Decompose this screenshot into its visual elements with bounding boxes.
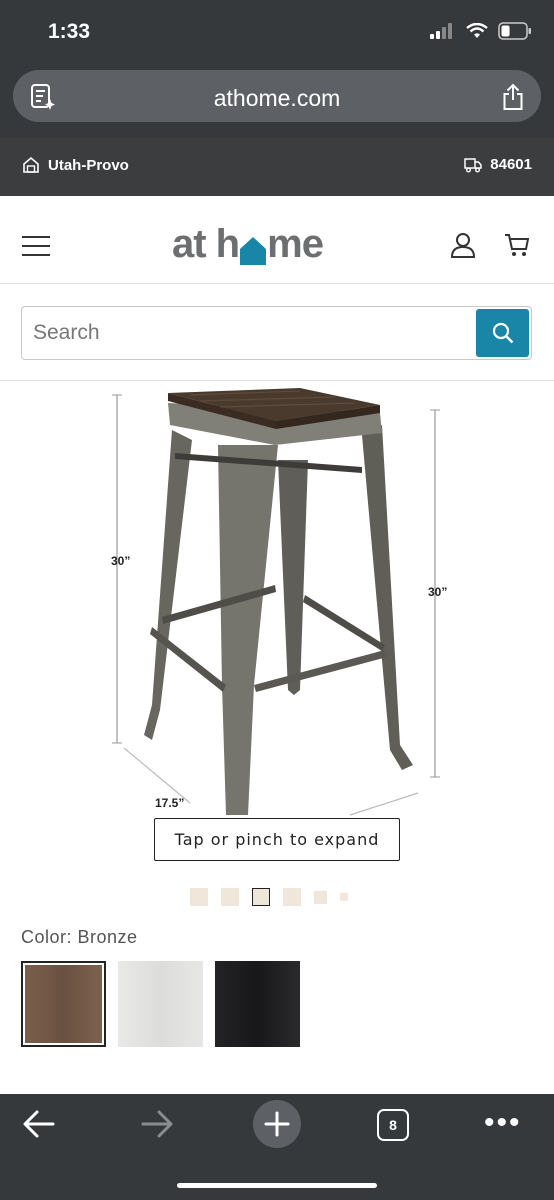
site-header: at h me — [0, 196, 554, 284]
carousel-thumb[interactable] — [314, 890, 327, 904]
carousel-thumb[interactable] — [283, 888, 301, 906]
logo-text-right: me — [267, 222, 324, 266]
cart-icon[interactable] — [504, 232, 530, 258]
url-field[interactable]: athome.com — [13, 70, 541, 122]
height-dimension-right: 30” — [428, 585, 448, 599]
wifi-icon — [466, 23, 488, 38]
search-input[interactable] — [21, 306, 532, 360]
height-dimension-left: 30” — [111, 554, 131, 568]
store-selector[interactable]: Utah-Provo — [22, 156, 129, 174]
tap-to-expand-button[interactable]: Tap or pinch to expand — [154, 818, 400, 861]
status-bar: 1:33 — [0, 0, 554, 66]
depth-dimension: 17.5” — [155, 796, 185, 810]
store-icon — [23, 156, 39, 173]
back-arrow-icon[interactable] — [22, 1108, 56, 1140]
color-swatch-black[interactable] — [215, 961, 300, 1047]
house-logo-icon — [240, 237, 267, 265]
color-swatch-white[interactable] — [118, 961, 203, 1047]
signal-icon — [430, 23, 452, 39]
swatch-fill — [25, 965, 102, 1043]
bar-stool-image — [112, 388, 440, 816]
account-icon[interactable] — [450, 232, 476, 258]
carousel-thumb[interactable] — [190, 888, 208, 906]
status-icons — [430, 22, 532, 40]
image-carousel-dots — [190, 888, 361, 906]
swatch-fill — [118, 961, 203, 1047]
truck-icon — [464, 157, 483, 172]
zip-code: 84601 — [490, 156, 532, 173]
color-swatch-bronze[interactable] — [21, 961, 106, 1047]
browser-url-bar: athome.com — [0, 66, 554, 138]
search-button[interactable] — [476, 309, 529, 357]
store-name: Utah-Provo — [48, 156, 129, 174]
carousel-thumb[interactable] — [221, 888, 239, 906]
more-options-icon[interactable]: ••• — [484, 1108, 522, 1138]
color-swatches — [21, 961, 300, 1047]
menu-icon[interactable] — [22, 236, 50, 256]
new-tab-button[interactable] — [253, 1100, 301, 1148]
url-text: athome.com — [213, 85, 341, 111]
forward-arrow-icon[interactable] — [140, 1108, 174, 1140]
battery-icon — [498, 22, 531, 40]
location-bar: Utah-Provo 84601 — [0, 138, 554, 196]
tab-switcher-button[interactable]: 8 — [377, 1109, 409, 1141]
delivery-zip[interactable]: 84601 — [464, 156, 532, 173]
carousel-thumb[interactable] — [252, 888, 270, 906]
search-section — [0, 285, 554, 381]
color-label: Color: Bronze — [21, 927, 138, 947]
plus-icon — [264, 1111, 290, 1137]
logo-text-left: at h — [172, 222, 240, 266]
product-image[interactable]: 30” 30” 17.5” — [100, 385, 460, 825]
search-icon — [492, 322, 513, 344]
share-icon[interactable] — [501, 83, 525, 111]
carousel-thumb[interactable] — [340, 893, 348, 901]
swatch-fill — [215, 961, 300, 1047]
home-indicator — [177, 1183, 377, 1188]
status-time: 1:33 — [48, 20, 91, 43]
at-home-logo[interactable]: at h me — [172, 222, 324, 267]
